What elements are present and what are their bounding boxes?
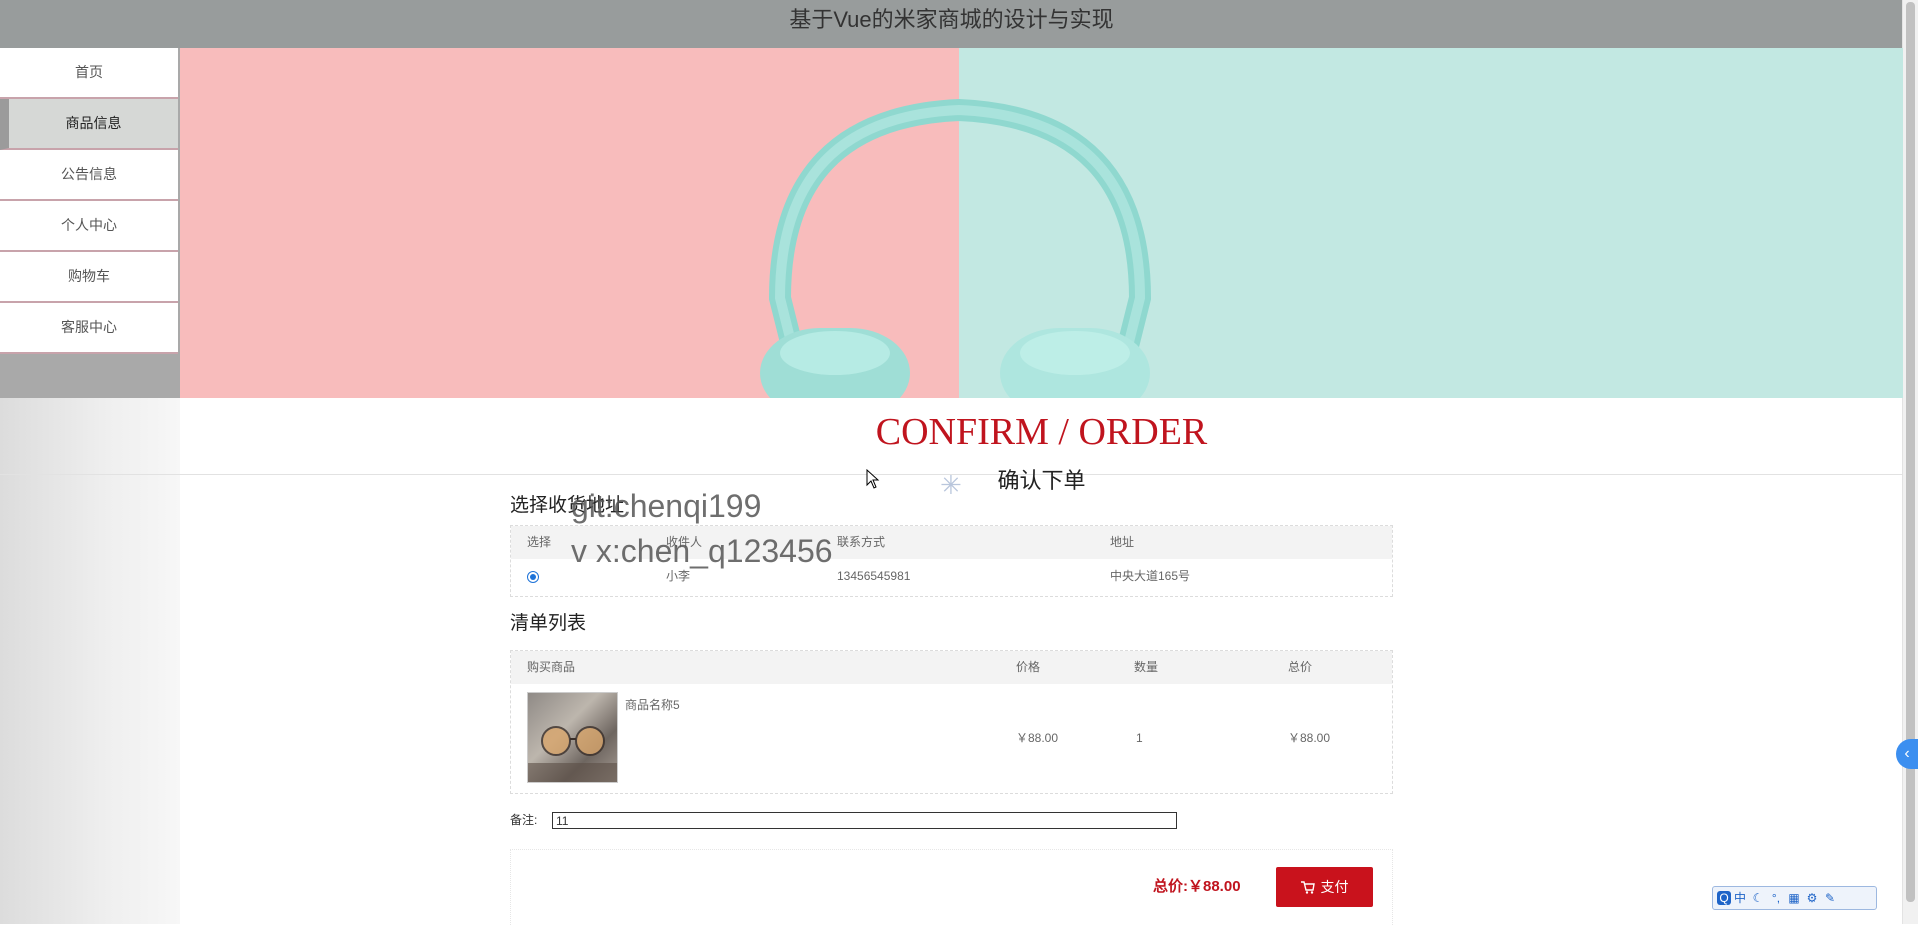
sidebar-nav: 首页 商品信息 公告信息 个人中心 购物车 客服中心 <box>0 48 178 354</box>
cart-icon <box>1300 881 1315 894</box>
recipient-phone: 13456545981 <box>837 569 911 583</box>
address-row[interactable]: 小李 13456545981 中央大道165号 <box>511 559 1392 594</box>
address-radio[interactable] <box>527 571 539 583</box>
sidebar-item-home[interactable]: 首页 <box>0 48 178 99</box>
payment-bar <box>510 849 1393 925</box>
loading-spinner-icon: ✳ <box>940 470 962 500</box>
ime-moon-icon[interactable]: ☾ <box>1749 887 1767 909</box>
sidebar-item-service[interactable]: 客服中心 <box>0 303 178 354</box>
recipient-address: 中央大道165号 <box>1110 569 1191 583</box>
ime-lang[interactable]: 中 <box>1731 887 1749 909</box>
product-quantity: 1 <box>1136 731 1143 745</box>
pay-button-label: 支付 <box>1320 879 1349 895</box>
recipient-name: 小李 <box>666 569 691 583</box>
order-items-table: 购买商品 价格 数量 总价 商品名称5 ￥88.00 1 ￥88.00 <box>510 650 1393 794</box>
hero-banner <box>180 48 1903 398</box>
sidebar-item-announcements[interactable]: 公告信息 <box>0 150 178 201</box>
col-product: 购买商品 <box>527 660 576 674</box>
sidebar-item-products[interactable]: 商品信息 <box>0 99 178 150</box>
sidebar-item-cart[interactable]: 购物车 <box>0 252 178 303</box>
site-title: 基于Vue的米家商城的设计与实现 <box>789 7 1114 32</box>
col-phone: 联系方式 <box>837 535 886 549</box>
ime-settings-icon[interactable]: ⚙ <box>1803 887 1821 909</box>
col-address: 地址 <box>1110 535 1135 549</box>
address-section-title: 选择收货地址 <box>510 495 625 516</box>
col-recipient: 收件人 <box>666 535 703 549</box>
total-label: 总价: <box>1153 878 1188 895</box>
col-price: 价格 <box>1016 660 1041 674</box>
total-value: ￥88.00 <box>1188 878 1241 895</box>
ime-wrench-icon[interactable]: ✎ <box>1821 887 1839 909</box>
page-title-cn: 确认下单 <box>997 468 1086 493</box>
headphones-illustration <box>760 98 1152 398</box>
ime-keyboard-icon[interactable]: ▦ <box>1785 887 1803 909</box>
address-table: 选择 收件人 联系方式 地址 小李 13456545981 中央大道165号 <box>510 525 1393 597</box>
col-select: 选择 <box>527 535 552 549</box>
order-item-row: 商品名称5 ￥88.00 1 ￥88.00 <box>511 684 1392 792</box>
sidebar-item-profile[interactable]: 个人中心 <box>0 201 178 252</box>
site-header: 基于Vue的米家商城的设计与实现 <box>0 0 1903 48</box>
product-total: ￥88.00 <box>1288 731 1331 745</box>
page-title-en: CONFIRM / ORDER <box>875 411 1208 453</box>
order-table-header: 购买商品 价格 数量 总价 <box>511 651 1392 684</box>
ime-toolbar[interactable]: Q 中 ☾ °, ▦ ⚙ ✎ <box>1712 886 1877 910</box>
mouse-cursor-icon <box>866 469 880 489</box>
order-list-title: 清单列表 <box>510 613 587 634</box>
ime-punct-icon[interactable]: °, <box>1767 887 1785 909</box>
col-total: 总价 <box>1288 660 1313 674</box>
product-name[interactable]: 商品名称5 <box>625 696 680 714</box>
remark-input[interactable] <box>552 812 1177 829</box>
pay-button[interactable]: 支付 <box>1276 867 1373 907</box>
col-quantity: 数量 <box>1134 660 1159 674</box>
page-scrollbar[interactable] <box>1902 0 1918 924</box>
ime-logo-icon[interactable]: Q <box>1717 891 1731 905</box>
product-image[interactable] <box>527 692 618 783</box>
product-price: ￥88.00 <box>1016 731 1059 745</box>
order-total: 总价:￥88.00 <box>1153 875 1241 896</box>
address-table-header: 选择 收件人 联系方式 地址 <box>511 526 1392 559</box>
expand-panel-chevron-icon[interactable]: ‹ <box>1896 739 1918 769</box>
remark-label: 备注: <box>510 813 538 827</box>
